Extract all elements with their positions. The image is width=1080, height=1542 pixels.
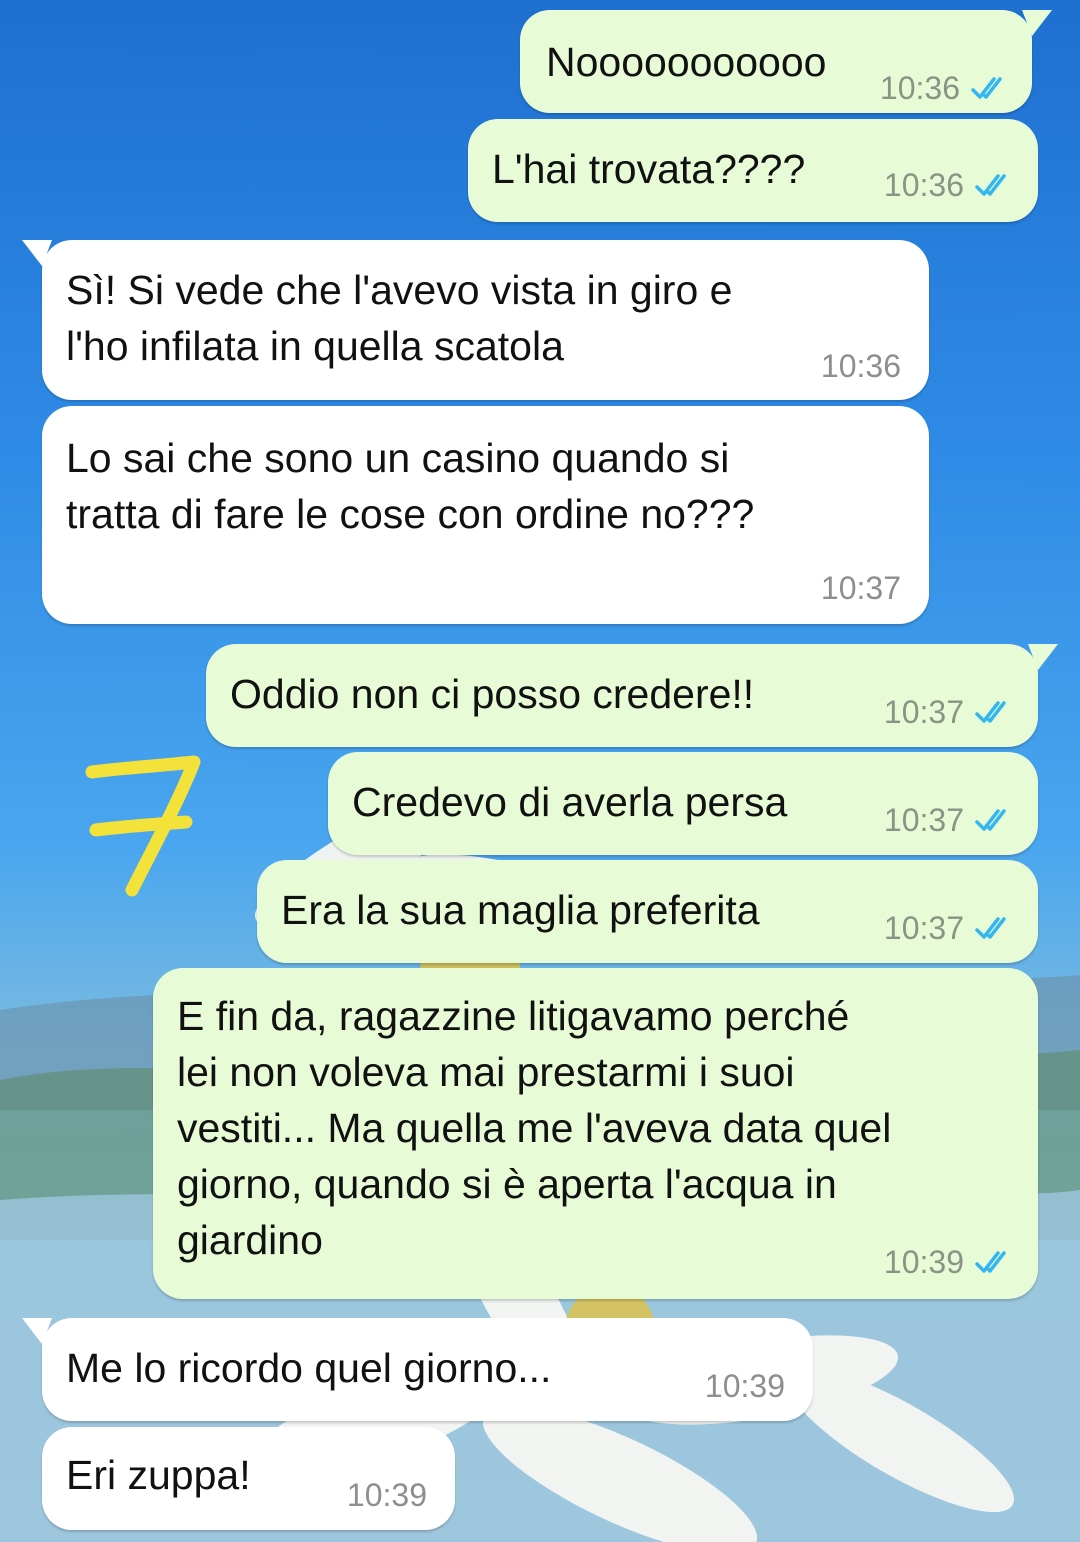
message-meta: 10:36: [821, 348, 901, 384]
message-meta: 10:37: [821, 570, 901, 606]
bubble-tail: [22, 1318, 52, 1344]
read-receipt-icon: [975, 701, 1006, 723]
message-bubble-incoming[interactable]: Eri zuppa! 10:39: [42, 1427, 455, 1530]
message-bubble-incoming[interactable]: Me lo ricordo quel giorno... 10:39: [22, 1318, 813, 1421]
bubble-tail: [1028, 644, 1058, 670]
message-bubble-outgoing[interactable]: Oddio non ci posso credere!! 10:37: [206, 644, 1058, 747]
message-meta: 10:36: [884, 167, 1016, 203]
message-time: 10:36: [883, 167, 964, 203]
message-text: Sì! Si vede che l'avevo vista in giro e …: [66, 267, 733, 369]
read-receipt-icon: [975, 1251, 1006, 1273]
message-text: Nooooooooooo: [546, 39, 827, 85]
message-text: Oddio non ci posso credere!!: [230, 671, 755, 717]
message-meta: 10:39: [884, 1244, 1016, 1280]
bubble-tail: [22, 240, 52, 266]
message-text: Me lo ricordo quel giorno...: [66, 1345, 552, 1391]
message-text: L'hai trovata????: [492, 146, 806, 192]
message-meta: 10:39: [705, 1368, 785, 1404]
message-text: Era la sua maglia preferita: [281, 887, 760, 933]
message-time: 10:39: [883, 1244, 964, 1280]
message-bubble-outgoing[interactable]: Nooooooooooo 10:36: [520, 10, 1052, 113]
message-meta: 10:37: [884, 694, 1016, 730]
message-bubble-incoming[interactable]: Lo sai che sono un casino quando si trat…: [42, 406, 929, 624]
message-bubble-outgoing[interactable]: L'hai trovata???? 10:36: [468, 119, 1038, 222]
bubble-tail: [1022, 10, 1052, 36]
message-bubble-incoming[interactable]: Sì! Si vede che l'avevo vista in giro e …: [22, 240, 929, 400]
message-text: Eri zuppa!: [66, 1452, 251, 1498]
message-time: 10:37: [883, 910, 964, 946]
read-receipt-icon: [975, 809, 1006, 831]
message-time: 10:37: [820, 570, 901, 606]
read-receipt-icon: [971, 77, 1002, 99]
message-meta: 10:37: [884, 802, 1016, 838]
message-time: 10:37: [883, 802, 964, 838]
message-bubble-outgoing[interactable]: E fin da, ragazzine litigavamo perché le…: [153, 968, 1038, 1299]
message-time: 10:36: [879, 70, 960, 106]
message-text: Credevo di averla persa: [352, 779, 788, 825]
message-list[interactable]: Nooooooooooo 10:36 L'hai trovata???? 10:…: [0, 0, 1080, 1542]
message-time: 10:39: [346, 1477, 427, 1513]
message-text: E fin da, ragazzine litigavamo perché le…: [177, 993, 892, 1263]
read-receipt-icon: [975, 917, 1006, 939]
message-time: 10:39: [704, 1368, 785, 1404]
message-time: 10:36: [820, 348, 901, 384]
message-meta: 10:39: [347, 1477, 427, 1513]
message-bubble-outgoing[interactable]: Credevo di averla persa 10:37: [328, 752, 1038, 855]
read-receipt-icon: [975, 174, 1006, 196]
message-meta: 10:37: [884, 910, 1016, 946]
message-bubble-outgoing[interactable]: Era la sua maglia preferita 10:37: [257, 860, 1038, 963]
message-text: Lo sai che sono un casino quando si trat…: [66, 435, 755, 537]
message-meta: 10:36: [880, 70, 1012, 106]
message-time: 10:37: [883, 694, 964, 730]
